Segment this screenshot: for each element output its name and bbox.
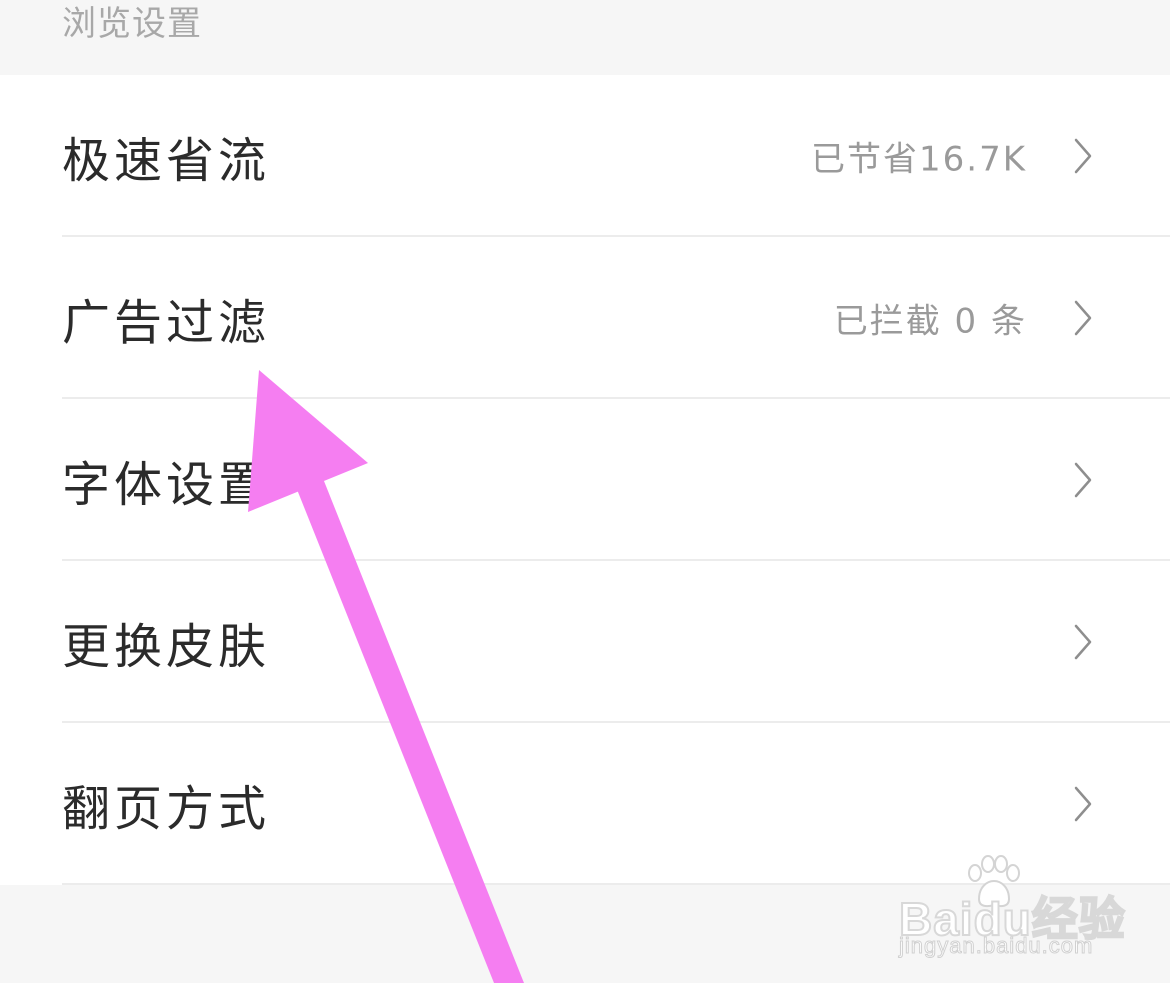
row-value: 已节省16.7K — [811, 139, 1027, 180]
section-header: 浏览设置 — [0, 0, 1170, 75]
row-value: 已拦截 0 条 — [833, 301, 1027, 342]
row-label: 极速省流 — [62, 133, 271, 189]
row-label: 更换皮肤 — [62, 619, 271, 675]
row-label: 广告过滤 — [62, 295, 271, 351]
settings-row-font-settings[interactable]: 字体设置 — [0, 399, 1170, 561]
chevron-right-icon — [1074, 624, 1092, 660]
watermark-url: jingyan.baidu.com — [898, 933, 1094, 959]
chevron-right-icon — [1074, 138, 1092, 174]
settings-list: 极速省流 已节省16.7K 广告过滤 已拦截 0 条 字体设置 更换皮肤 翻页方… — [0, 75, 1170, 885]
row-label: 字体设置 — [62, 457, 271, 513]
section-title: 浏览设置 — [62, 4, 202, 44]
chevron-right-icon — [1074, 462, 1092, 498]
chevron-right-icon — [1074, 300, 1092, 336]
settings-row-fast-data-saving[interactable]: 极速省流 已节省16.7K — [0, 75, 1170, 237]
settings-row-change-skin[interactable]: 更换皮肤 — [0, 561, 1170, 723]
baidu-watermark: Baidu经验 jingyan.baidu.com — [895, 855, 1126, 965]
settings-row-ad-filter[interactable]: 广告过滤 已拦截 0 条 — [0, 237, 1170, 399]
chevron-right-icon — [1074, 786, 1092, 822]
row-label: 翻页方式 — [62, 781, 271, 837]
